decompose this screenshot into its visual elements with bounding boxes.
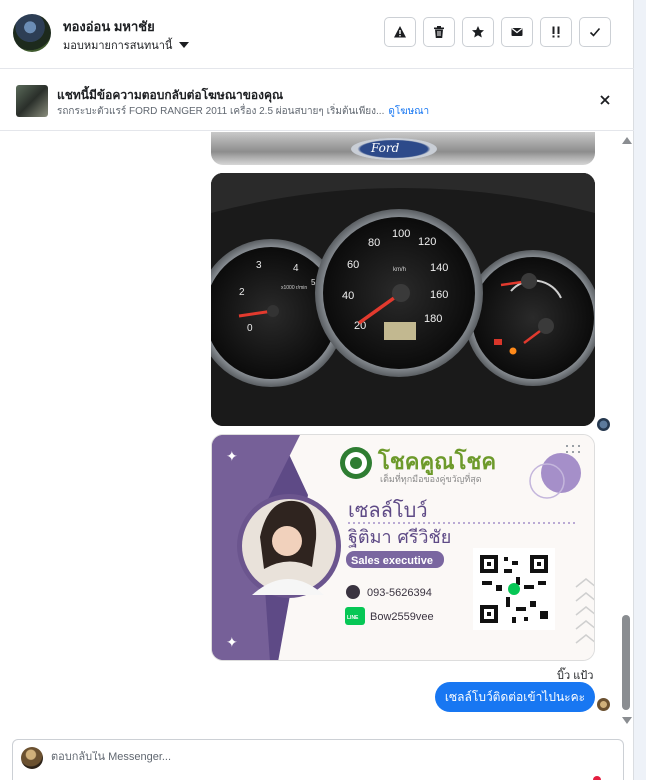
- speedo-tick-label: 160: [430, 289, 448, 301]
- speedo-unit: km/h: [393, 267, 406, 273]
- caret-down-icon: [179, 42, 190, 48]
- sparkle-icon: ✦: [226, 449, 238, 465]
- ad-thumbnail[interactable]: [16, 85, 48, 117]
- speedo-tick-label: 40: [342, 290, 354, 302]
- ad-description: รถกระบะตัวแรร์ FORD RANGER 2011 เครื่อง …: [57, 106, 385, 117]
- trash-icon: [434, 26, 444, 38]
- view-ad-link[interactable]: ดูโฆษณา: [388, 106, 429, 117]
- card-nickname: เซลล์โบว์: [348, 498, 428, 522]
- mark-unread-button[interactable]: [501, 17, 533, 47]
- card-phone: 093-5626394: [367, 587, 432, 599]
- business-card-image[interactable]: ✦ ✦ โชคคูณโชค เต็มที่ทุกมือของคู่ขวัญที่…: [211, 434, 595, 661]
- ad-banner-subtitle: รถกระบะตัวแรร์ FORD RANGER 2011 เครื่อง …: [57, 104, 429, 119]
- sparkle-icon: ✦: [226, 635, 238, 651]
- speedo-tick-label: 180: [424, 313, 442, 325]
- conversation-header: ทองอ่อน มหาชัย มอบหมายการสนทนานี้: [0, 0, 634, 69]
- ford-badge-text: Ford: [371, 141, 400, 155]
- contact-name[interactable]: ทองอ่อน มหาชัย: [63, 16, 155, 37]
- reply-input[interactable]: [51, 751, 591, 763]
- warning-icon: [394, 26, 406, 38]
- delete-button[interactable]: [423, 17, 455, 47]
- contact-avatar[interactable]: [13, 14, 51, 52]
- panel-gutter: [634, 0, 646, 780]
- speedo-tick-label: 120: [418, 236, 436, 248]
- spam-button[interactable]: [384, 17, 416, 47]
- speedo-tick-label: 60: [347, 259, 359, 271]
- tacho-tick-label: 3: [256, 260, 262, 271]
- company-name: โชคคูณโชค: [377, 448, 496, 476]
- page-avatar: [21, 747, 43, 769]
- assign-label: มอบหมายการสนทนานี้: [63, 40, 173, 52]
- tacho-tick-label: 5: [311, 278, 316, 287]
- card-role: Sales executive: [351, 555, 433, 567]
- scrollbar-thumb[interactable]: [622, 615, 630, 710]
- tacho-unit: x1000 r/min: [281, 285, 307, 291]
- star-icon: [472, 26, 484, 38]
- scroll-up-arrow-icon[interactable]: [622, 137, 632, 144]
- dashboard-image[interactable]: 0 2 3 4 5 x1000 r/min 20 40 60 80 100 12…: [211, 173, 595, 426]
- mail-icon: [511, 28, 523, 36]
- line-logo-text: LINE: [347, 615, 359, 621]
- star-button[interactable]: [462, 17, 494, 47]
- assign-conversation-dropdown[interactable]: มอบหมายการสนทนานี้: [63, 36, 190, 54]
- message-list: Ford 0 2 3 4 5 x1000 r/min 20 40 60 80 1…: [0, 132, 634, 732]
- message-scrollbar[interactable]: [618, 132, 634, 732]
- car-front-image[interactable]: Ford: [211, 132, 595, 165]
- mark-done-button[interactable]: [579, 17, 611, 47]
- tacho-tick-label: 4: [293, 263, 299, 274]
- outgoing-message-bubble[interactable]: เซลล์โบว์ติดต่อเข้าไปนะคะ: [435, 682, 595, 712]
- ad-banner-title: แชทนี้มีข้อความตอบกลับต่อโฆษณาของคุณ: [57, 88, 284, 102]
- tacho-tick-label: 2: [239, 287, 245, 298]
- reply-composer: [12, 739, 624, 780]
- seen-avatar: [597, 418, 610, 431]
- conversation-toolbar: [384, 17, 611, 47]
- double-exclaim-icon: [552, 26, 560, 38]
- speedo-tick-label: 140: [430, 262, 448, 274]
- close-icon[interactable]: [597, 92, 613, 108]
- tacho-tick-label: 0: [247, 323, 253, 334]
- speedo-tick-label: 80: [368, 237, 380, 249]
- dashboard-illustration: 0 2 3 4 5 x1000 r/min 20 40 60 80 100 12…: [211, 173, 595, 426]
- business-card-illustration: ✦ ✦ โชคคูณโชค เต็มที่ทุกมือของคู่ขวัญที่…: [212, 435, 594, 660]
- card-full-name: ฐิติมา ศรีวิชัย: [348, 527, 451, 548]
- speedo-tick-label: 100: [392, 228, 410, 240]
- seen-avatar: [597, 698, 610, 711]
- follow-up-button[interactable]: [540, 17, 572, 47]
- scroll-down-arrow-icon[interactable]: [622, 717, 632, 724]
- heart-icon[interactable]: [593, 776, 601, 780]
- card-line-id: Bow2559vee: [370, 611, 434, 623]
- check-icon: [589, 27, 601, 37]
